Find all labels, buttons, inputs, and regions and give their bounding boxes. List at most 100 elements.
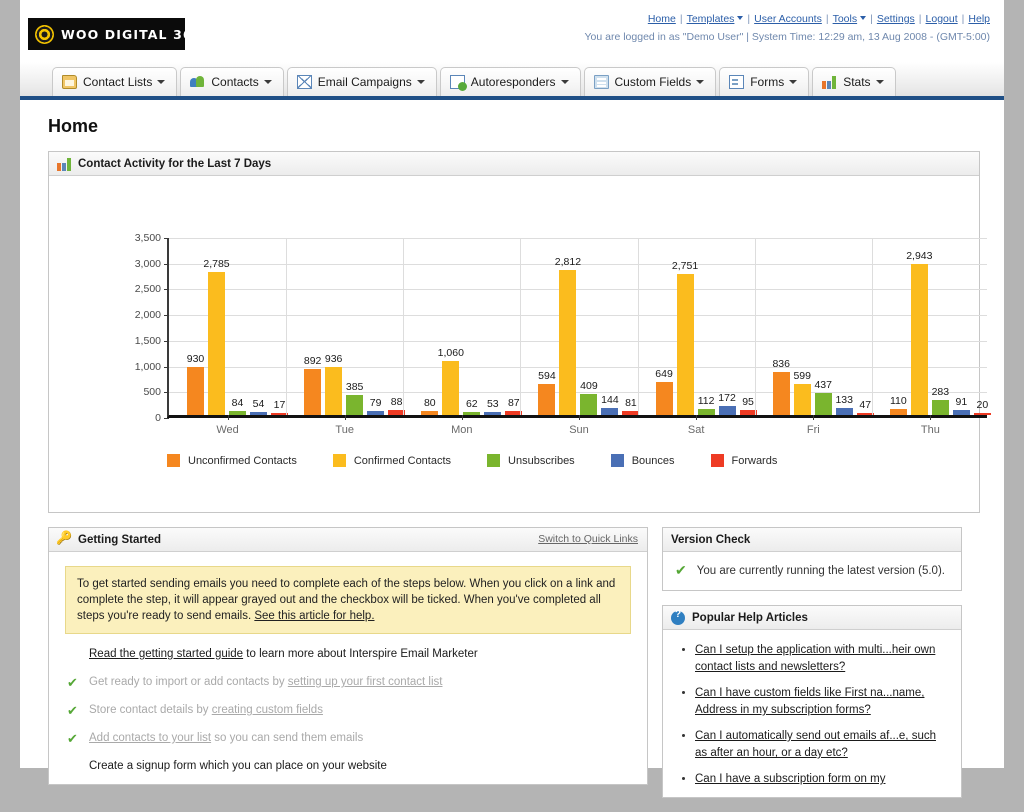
legend-swatch [610,454,624,467]
help-article-link[interactable]: Can I setup the application with multi..… [695,644,935,673]
top-link-home[interactable]: Home [648,13,676,25]
chart-bar-value: 649 [655,367,673,380]
legend-item: Unsubscribes [487,454,575,467]
switch-to-quick-links-link[interactable]: Switch to Quick Links [538,533,638,545]
chart-bar-value: 1,060 [437,346,464,359]
folder-icon [62,75,77,89]
menu-tab-contacts[interactable]: Contacts [180,67,284,96]
contact-activity-title: Contact Activity for the Last 7 Days [78,157,272,170]
autoresponder-icon [449,75,467,91]
separator: | [825,13,829,25]
legend-label: Unconfirmed Contacts [188,454,297,467]
chart-bar: 53 [484,398,502,415]
chart-bar-value: 88 [390,396,403,409]
menu-tab-stats[interactable]: Stats [812,67,896,96]
menu-tab-email-campaigns[interactable]: Email Campaigns [286,67,437,96]
getting-started-step-text: Read the getting started guide to learn … [89,648,478,660]
legend-swatch [332,454,346,467]
chart-bar: 172 [718,392,736,415]
left-column: Getting Started Switch to Quick Links To… [48,527,648,812]
legend-item: Bounces [610,454,675,467]
x-axis-tick [930,415,932,420]
group-separator [871,238,873,415]
see-this-article-link[interactable]: See this article for help. [254,610,374,622]
top-link-settings[interactable]: Settings [877,13,915,25]
switch-to-quick-links[interactable]: Switch to Quick Links [538,533,638,545]
chart-bar: 84 [229,397,246,415]
chart-bar-value: 599 [793,370,811,383]
x-axis-label: Sat [687,424,705,436]
chart-bar-value: 84 [231,396,244,409]
application-page: WOO DIGITAL 360 Home | Templates | User Acco… [20,0,1004,798]
x-axis-label: Fri [806,424,820,436]
legend-swatch [710,454,724,467]
brand-name: WOO DIGITAL 360 [61,26,203,42]
chevron-down-icon [157,80,166,84]
menu-tab-label: Contact Lists [83,75,153,89]
x-axis-tick [696,415,698,420]
legend-swatch [167,454,180,467]
chart-bar-value: 930 [186,353,205,366]
x-axis-tick [813,415,815,420]
chart-bar-value: 409 [580,379,598,392]
getting-started-step-text: Create a signup form which you can place… [89,760,387,772]
x-axis-label: Wed [216,424,239,436]
menu-tab-autoresponders[interactable]: Autoresponders [439,67,581,96]
menu-tab-contact-lists[interactable]: Contact Lists [52,67,178,96]
x-axis-tick [461,415,463,420]
menu-tab-label: Autoresponders [470,75,556,89]
version-check-message: You are currently running the latest ver… [696,564,945,577]
help-info-icon [671,609,685,625]
separator: | [870,13,873,25]
chart-group-mon: 80 1,060 62 53 87 Mon [403,238,523,436]
getting-started-step-link[interactable]: Read the getting started guide [89,648,243,660]
chart-bar: 62 [463,398,481,415]
chart-bar: 80 [421,397,439,415]
getting-started-step-link[interactable]: setting up your first contact list [288,676,443,688]
top-link-templates[interactable]: Templates [687,13,735,25]
menu-tab-custom-fields[interactable]: Custom Fields [583,67,717,96]
popular-help-list: Can I setup the application with multi..… [673,642,951,788]
legend-label: Unsubscribes [508,454,575,467]
getting-started-step-link[interactable]: creating custom fields [212,704,323,716]
getting-started-panel: Getting Started Switch to Quick Links To… [48,527,648,785]
top-link-help[interactable]: Help [968,13,990,25]
chart-bar: 110 [889,395,907,415]
bar-chart-icon [57,157,71,171]
y-axis-label: 2,000 [134,309,161,322]
chart-bar: 594 [538,370,556,415]
version-check-header: Version Check [663,528,961,552]
legend-label: Forwards [731,454,778,467]
chart-bar: 20 [973,399,991,415]
chart-bar: 144 [601,394,619,415]
chart-bar: 892 [304,355,321,415]
x-axis-tick [578,415,580,420]
top-link-user-accounts[interactable]: User Accounts [754,13,822,25]
getting-started-step-link[interactable]: Add contacts to your list [89,732,211,744]
help-article-link[interactable]: Can I have a subscription form on my [695,773,885,785]
chart-bar: 409 [580,380,598,415]
help-article-link[interactable]: Can I have custom fields like First na..… [695,687,924,716]
chart-bar-value: 836 [772,358,790,371]
x-axis-tick [227,415,229,420]
right-column: Version Check ✔ You are currently runnin… [662,527,962,812]
menu-tab-label: Custom Fields [614,75,692,89]
version-check-body: ✔ You are currently running the latest v… [663,552,961,590]
bottom-section: Getting Started Switch to Quick Links To… [48,527,980,812]
help-article-link[interactable]: Can I automatically send out emails af..… [695,730,936,759]
chart-bar-value: 144 [601,393,619,406]
getting-started-header: Getting Started Switch to Quick Links [49,528,647,552]
separator: | [918,13,922,25]
group-separator [520,238,522,415]
menu-tab-label: Stats [843,75,871,89]
top-link-tools[interactable]: Tools [833,13,858,25]
menu-tab-forms[interactable]: Forms [719,67,810,96]
separator: | [747,13,751,25]
chart-bar: 1,060 [438,347,464,415]
getting-started-step-text: Add contacts to your list so you can sen… [89,732,364,744]
chart-bar: 437 [814,379,832,415]
top-navigation: Home | Templates | User Accounts | Tools | Setti… [648,13,990,25]
chevron-down-icon [560,80,569,84]
top-link-logout[interactable]: Logout [926,13,958,25]
x-axis-label: Sun [569,424,589,436]
